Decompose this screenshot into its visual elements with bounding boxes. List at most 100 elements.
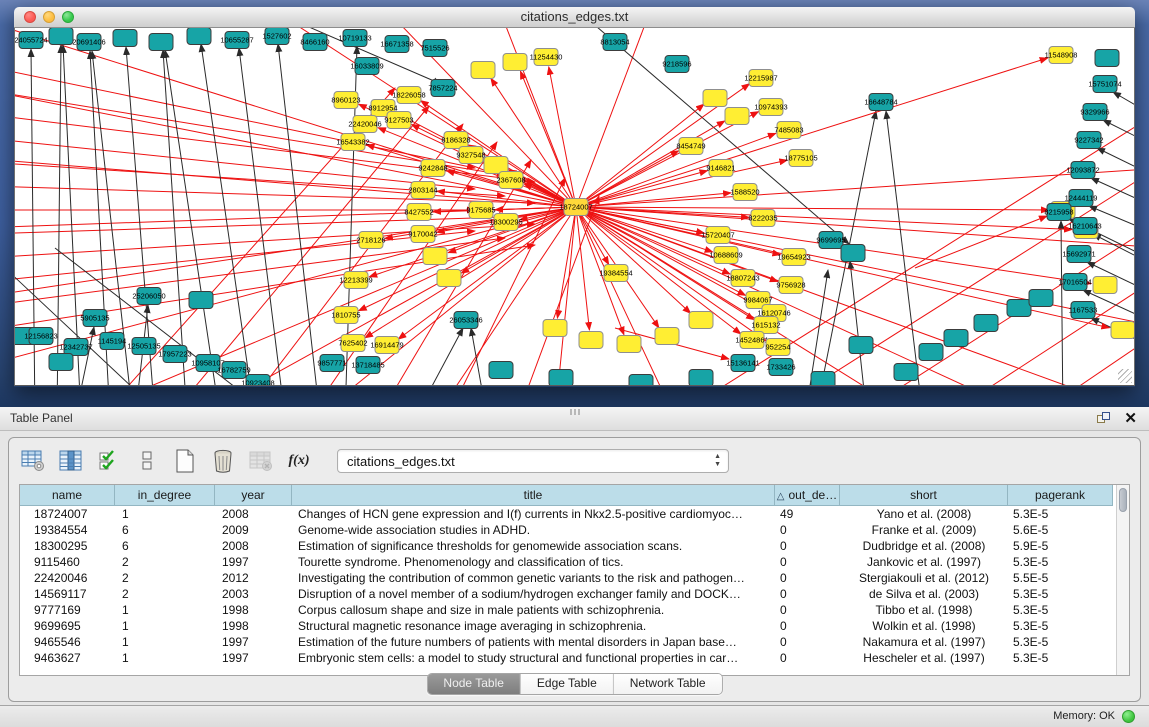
network-node[interactable] [471,62,495,79]
network-node[interactable]: 9242848 [418,160,447,177]
network-node[interactable] [849,337,873,354]
network-node[interactable]: 10688609 [709,247,742,264]
network-node[interactable] [919,344,943,361]
network-node[interactable]: 15751074 [1088,76,1121,93]
network-node[interactable]: 24055724 [15,32,48,49]
network-node[interactable]: 16671358 [380,36,413,53]
network-node[interactable]: 8186328 [441,132,470,149]
network-node[interactable] [189,292,213,309]
network-node[interactable]: 12156823 [24,328,57,345]
window-resize-grip[interactable] [1118,369,1132,383]
network-node[interactable]: 18226058 [392,87,425,104]
network-node[interactable]: 8215958 [1044,204,1073,221]
network-node[interactable]: 13718485 [351,357,384,374]
network-node[interactable]: 12505135 [127,338,160,355]
splitter-grip[interactable] [570,409,580,415]
network-node[interactable]: 10655287 [220,32,253,49]
network-node[interactable] [703,90,727,107]
tab-network-table[interactable]: Network Table [614,674,722,694]
network-node[interactable]: 1810755 [331,307,360,324]
network-node[interactable] [49,354,73,371]
table-row[interactable]: 969969511998Structural magnetic resonanc… [20,618,1129,634]
network-node[interactable] [655,328,679,345]
network-node[interactable]: 8454749 [676,138,705,155]
network-node[interactable] [503,54,527,71]
network-node[interactable] [841,245,865,262]
network-node[interactable] [725,108,749,125]
network-node[interactable]: 16543382 [336,134,369,151]
select-columns-button[interactable] [57,448,85,474]
table-row[interactable]: 946554611997Estimation of the future num… [20,634,1129,650]
network-node[interactable]: 18724007 [559,199,592,216]
network-node[interactable]: 1145194 [98,333,127,350]
network-node[interactable]: 7857224 [428,80,457,97]
network-node[interactable]: 16782759 [217,362,250,379]
network-node[interactable]: 12342737 [59,339,92,356]
network-node[interactable]: 11254430 [530,49,563,66]
network-node[interactable]: 1527602 [262,28,291,45]
network-node[interactable]: 9329966 [1080,104,1109,121]
clear-selection-button[interactable] [133,448,161,474]
network-node[interactable]: 12213399 [339,272,372,289]
column-header-out-de-[interactable]: △out_de… [775,485,840,506]
network-node[interactable]: 1588520 [730,184,759,201]
network-svg[interactable]: 18724007 18300295 19384554 11254430 12215987… [15,28,1134,386]
network-node[interactable]: 14524861 [735,332,768,349]
network-node[interactable]: 9756928 [776,277,805,294]
network-node[interactable] [1093,277,1117,294]
zoom-window-button[interactable] [62,11,74,23]
network-node[interactable]: 10923408 [241,375,274,387]
network-node[interactable]: 9146821 [706,160,735,177]
network-node[interactable]: 8813054 [600,34,629,51]
network-node[interactable]: 18807243 [726,270,759,287]
network-node[interactable]: 22420046 [348,116,381,133]
network-node[interactable]: 15692971 [1062,246,1095,263]
network-node[interactable]: 19384554 [599,265,632,282]
select-all-rows-button[interactable] [95,448,123,474]
network-node[interactable] [689,370,713,387]
network-node[interactable] [689,312,713,329]
network-node[interactable]: 16648784 [864,94,897,111]
minimize-window-button[interactable] [43,11,55,23]
network-node[interactable]: 9170042 [408,226,437,243]
network-node[interactable] [1095,50,1119,67]
table-row[interactable]: 2242004622012Investigating the contribut… [20,570,1129,586]
network-node[interactable]: 7625402 [338,335,367,352]
network-node[interactable] [149,34,173,51]
network-node[interactable]: 18300295 [489,214,522,231]
scrollbar-thumb[interactable] [1119,488,1127,512]
close-window-button[interactable] [24,11,36,23]
table-row[interactable]: 1872400712008Changes of HCN gene express… [20,506,1129,522]
network-node[interactable]: 12215987 [744,70,777,87]
network-node[interactable] [543,320,567,337]
table-row[interactable]: 911546021997Tourette syndrome. Phenomeno… [20,554,1129,570]
column-header-in-degree[interactable]: in_degree [115,485,215,506]
network-node[interactable] [944,330,968,347]
table-row[interactable]: 1830029562008Estimation of significance … [20,538,1129,554]
network-node[interactable]: 1733426 [766,359,795,376]
network-node[interactable]: 5905135 [80,310,109,327]
network-node[interactable] [811,372,835,387]
network-node[interactable]: 11548908 [1045,47,1078,64]
column-header-name[interactable]: name [20,485,115,506]
network-node[interactable] [489,362,513,379]
network-node[interactable] [1029,290,1053,307]
network-node[interactable]: 9857771 [317,355,346,372]
network-node[interactable]: 12093872 [1066,162,1099,179]
network-node[interactable]: 9227342 [1074,132,1103,149]
network-node[interactable]: 20691406 [72,34,105,51]
network-node[interactable] [629,375,653,387]
network-node[interactable]: 1615132 [751,317,780,334]
network-node[interactable]: 19654923 [777,249,810,266]
network-node[interactable]: 2803144 [408,182,437,199]
network-node[interactable]: 16914479 [370,337,403,354]
network-node[interactable]: 8960123 [331,92,360,109]
network-node[interactable]: 9327548 [456,147,485,164]
network-canvas[interactable]: 18724007 18300295 19384554 11254430 12215987… [14,28,1135,386]
network-node[interactable]: 1167533 [1069,302,1098,319]
table-row[interactable]: 1938455462009Genome-wide association stu… [20,522,1129,538]
network-node[interactable] [617,336,641,353]
network-node[interactable]: 9218596 [662,56,691,73]
network-node[interactable]: 10974393 [754,99,787,116]
network-node[interactable]: 18775105 [784,150,817,167]
